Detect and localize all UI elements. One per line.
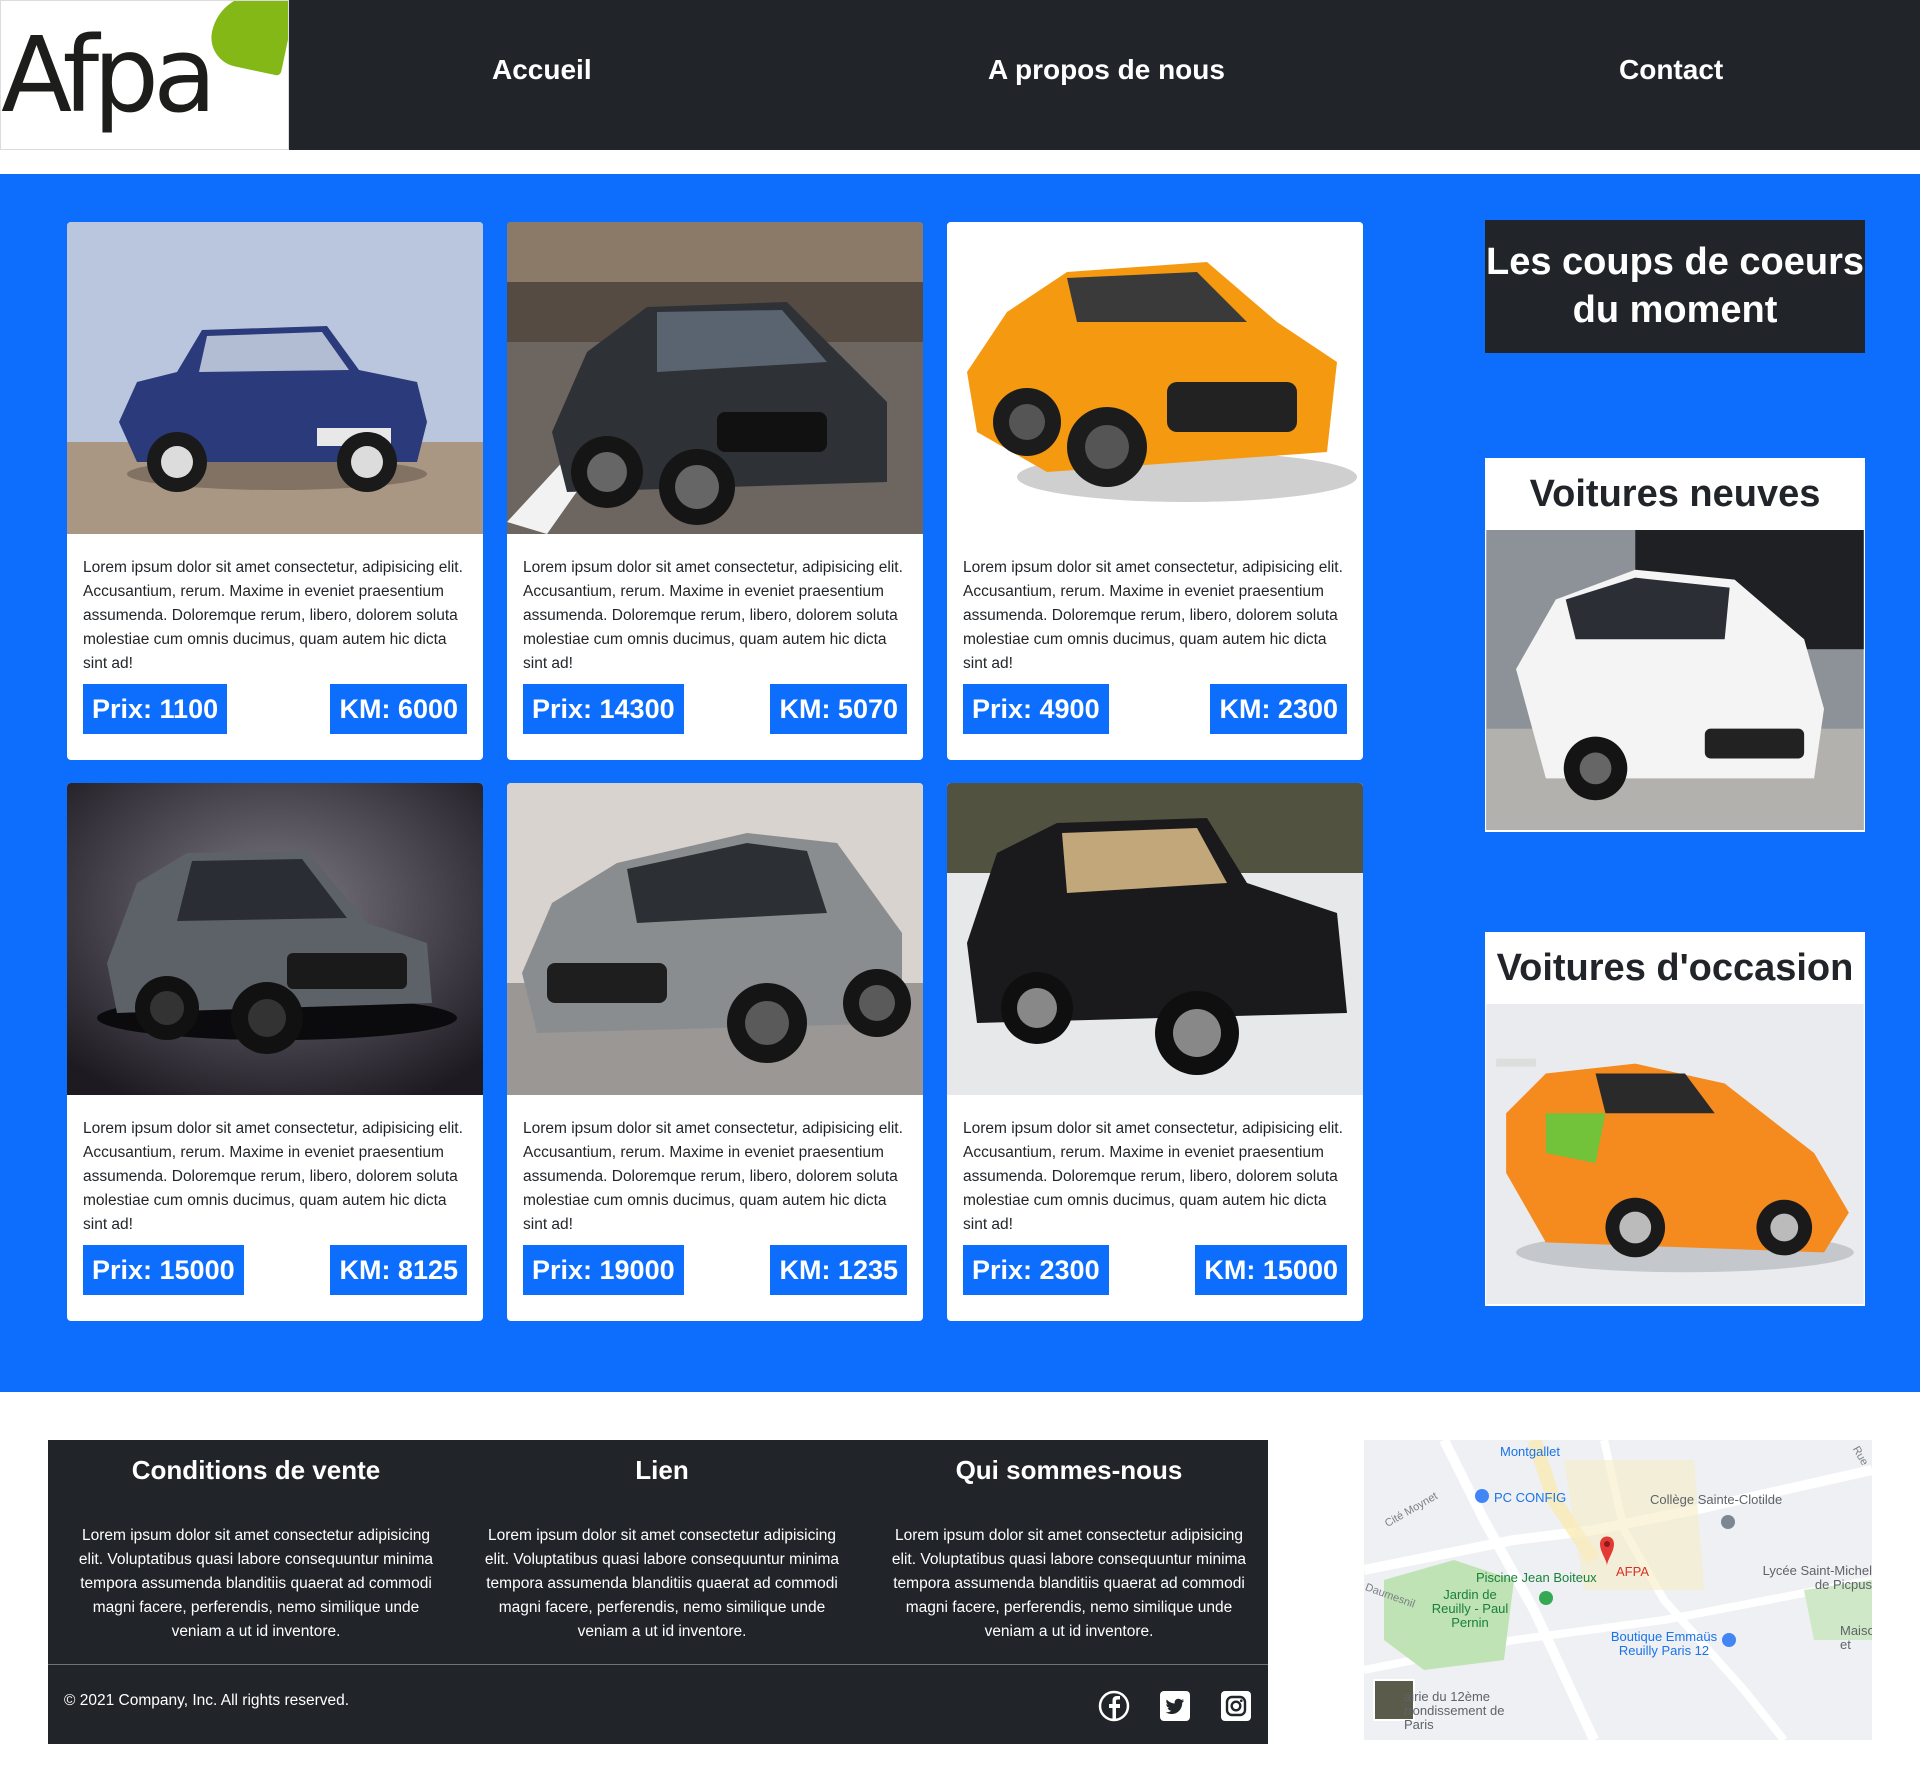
new-cars-title: Voitures neuves — [1529, 473, 1821, 515]
nav-link-accueil[interactable]: Accueil — [492, 54, 592, 86]
price-badge: Prix: 1100 — [83, 684, 228, 734]
footer-column-conditions: Conditions de vente Lorem ipsum dolor si… — [66, 1440, 446, 1644]
price-badge: Prix: 2300 — [963, 1245, 1109, 1295]
highlight-title: Les coups de coeurs du moment — [1485, 220, 1865, 353]
km-badge: KM: 5070 — [770, 684, 907, 734]
location-map[interactable]: Montgallet PC CONFIG Collège Sainte-Clot… — [1364, 1440, 1872, 1740]
footer-divider — [48, 1664, 1268, 1665]
km-badge: KM: 1235 — [770, 1245, 907, 1295]
car-image-mercedes — [507, 783, 923, 1095]
nav-link-contact[interactable]: Contact — [1619, 54, 1723, 86]
map-label-jardin[interactable]: Jardin de Reuilly - Paul Pernin — [1430, 1588, 1510, 1630]
price-badge: Prix: 4900 — [963, 684, 1109, 734]
map-label-lycee[interactable]: Lycée Saint-Michel de Picpus — [1758, 1564, 1872, 1592]
logo-text: Afpa — [1, 14, 217, 136]
car-description: Lorem ipsum dolor sit amet consectetur, … — [963, 1120, 1343, 1233]
footer-title-qui-sommes-nous: Qui sommes-nous — [955, 1455, 1183, 1485]
footer-text-lien: Lorem ipsum dolor sit amet consectetur a… — [484, 1527, 840, 1640]
used-cars-card[interactable]: Voitures d'occasion — [1485, 932, 1865, 1306]
car-image-mustang — [947, 222, 1363, 534]
km-badge: KM: 8125 — [330, 1245, 467, 1295]
footer-column-qui-sommes-nous: Qui sommes-nous Lorem ipsum dolor sit am… — [879, 1440, 1259, 1644]
twitter-icon[interactable] — [1159, 1690, 1191, 1722]
map-label-emmaus[interactable]: Boutique Emmaüs Reuilly Paris 12 — [1594, 1630, 1734, 1658]
car-card: Lorem ipsum dolor sit amet consectetur, … — [67, 222, 483, 760]
copyright-text: © 2021 Company, Inc. All rights reserved… — [64, 1692, 350, 1709]
car-description: Lorem ipsum dolor sit amet consectetur, … — [83, 559, 463, 672]
footer-title-conditions: Conditions de vente — [131, 1455, 381, 1485]
car-description: Lorem ipsum dolor sit amet consectetur, … — [83, 1120, 463, 1233]
footer-text-conditions: Lorem ipsum dolor sit amet consectetur a… — [78, 1527, 434, 1640]
km-badge: KM: 15000 — [1195, 1245, 1347, 1295]
car-card: Lorem ipsum dolor sit amet consectetur, … — [507, 783, 923, 1321]
car-card: Lorem ipsum dolor sit amet consectetur, … — [507, 222, 923, 760]
km-badge: KM: 6000 — [330, 684, 467, 734]
new-cars-card[interactable]: Voitures neuves — [1485, 458, 1865, 832]
footer: Conditions de vente Lorem ipsum dolor si… — [48, 1440, 1268, 1744]
afpa-logo[interactable]: Afpa — [0, 0, 289, 150]
car-description: Lorem ipsum dolor sit amet consectetur, … — [523, 1120, 903, 1233]
used-cars-title: Voitures d'occasion — [1496, 947, 1854, 989]
km-badge: KM: 2300 — [1210, 684, 1347, 734]
main-section: Lorem ipsum dolor sit amet consectetur, … — [0, 174, 1920, 1392]
price-badge: Prix: 15000 — [83, 1245, 244, 1295]
car-description: Lorem ipsum dolor sit amet consectetur, … — [523, 559, 903, 672]
footer-column-lien: Lien Lorem ipsum dolor sit amet consecte… — [472, 1440, 852, 1644]
logo-leaf-icon — [205, 1, 288, 77]
car-image-renault-5-turbo — [947, 783, 1363, 1095]
map-label-montgallet: Montgallet — [1500, 1444, 1560, 1459]
map-label-piscine[interactable]: Piscine Jean Boiteux — [1476, 1570, 1597, 1585]
instagram-icon[interactable] — [1220, 1690, 1252, 1722]
map-label-mairie[interactable]: airie du 12ème rrondissement de Paris — [1404, 1690, 1524, 1732]
facebook-icon[interactable] — [1098, 1690, 1130, 1722]
navbar: Afpa Accueil A propos de nous Contact — [0, 0, 1920, 150]
map-label-college[interactable]: Collège Sainte-Clotilde — [1650, 1492, 1782, 1507]
map-label-afpa[interactable]: AFPA — [1616, 1564, 1649, 1579]
used-car-image — [1486, 1004, 1864, 1304]
car-card: Lorem ipsum dolor sit amet consectetur, … — [947, 222, 1363, 760]
footer-title-lien[interactable]: Lien — [472, 1448, 852, 1492]
price-badge: Prix: 14300 — [523, 684, 684, 734]
car-image-golf — [67, 783, 483, 1095]
price-badge: Prix: 19000 — [523, 1245, 684, 1295]
new-car-image — [1486, 530, 1864, 830]
car-image-audi — [507, 222, 923, 534]
nav-link-a-propos[interactable]: A propos de nous — [988, 54, 1225, 86]
map-label-maison: Maiso et — [1840, 1623, 1872, 1652]
footer-text-qui-sommes-nous: Lorem ipsum dolor sit amet consectetur a… — [891, 1527, 1247, 1640]
car-description: Lorem ipsum dolor sit amet consectetur, … — [963, 559, 1343, 672]
car-card: Lorem ipsum dolor sit amet consectetur, … — [67, 783, 483, 1321]
car-image-peugeot — [67, 222, 483, 534]
car-card: Lorem ipsum dolor sit amet consectetur, … — [947, 783, 1363, 1321]
map-label-pc-config[interactable]: PC CONFIG — [1494, 1490, 1566, 1505]
